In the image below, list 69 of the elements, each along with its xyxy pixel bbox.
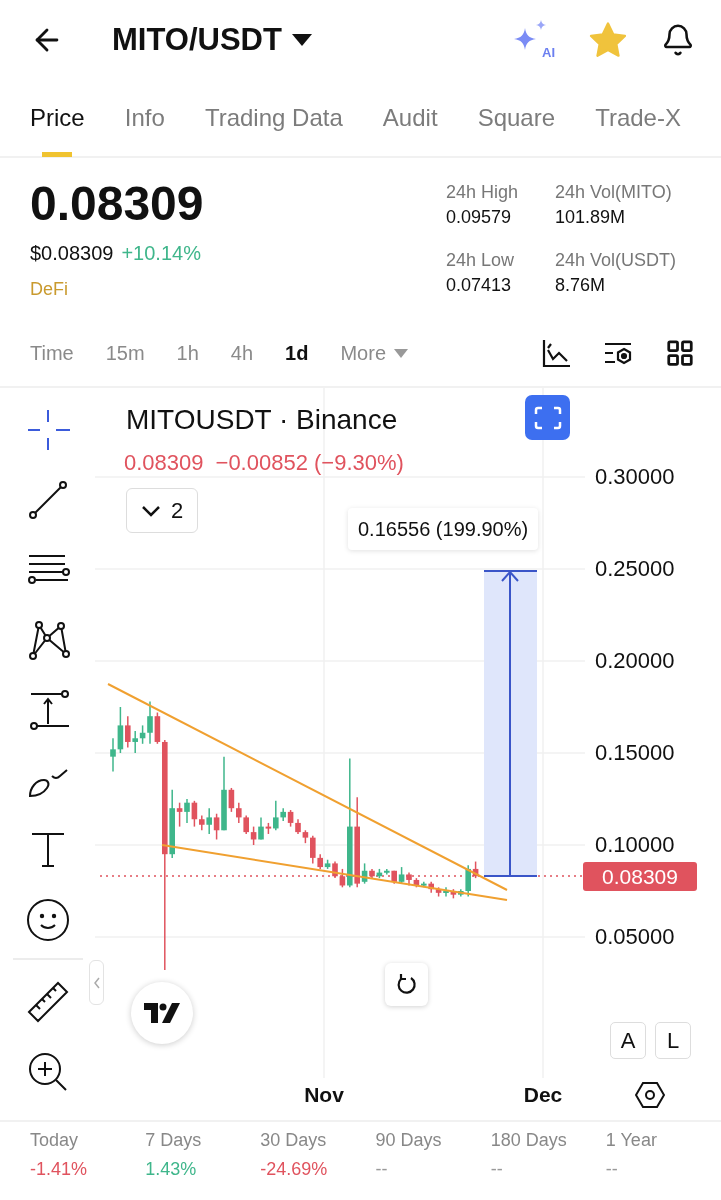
period-change: --: [375, 1159, 389, 1180]
crosshair-icon: [25, 408, 70, 452]
interval-tab[interactable]: 15m: [105, 341, 145, 365]
price-axis-label: 0.30000: [595, 464, 675, 490]
price-axis-label: 0.20000: [595, 648, 675, 674]
chevron-down-icon: [140, 504, 161, 517]
tab[interactable]: Trading Data: [204, 79, 343, 157]
layout-grid-icon[interactable]: [665, 338, 695, 368]
price-axis-label: 0.25000: [595, 556, 675, 582]
chart-last-price: 0.08309: [124, 450, 204, 476]
stat-value: 101.89M: [555, 207, 627, 228]
caret-icon: [291, 34, 312, 46]
tab[interactable]: Price: [30, 79, 85, 157]
collapse-handle[interactable]: [89, 960, 104, 1005]
tab[interactable]: Square: [477, 79, 556, 157]
period-change: -1.41%: [30, 1159, 89, 1180]
more-dropdown[interactable]: More: [340, 341, 409, 365]
interval-tab[interactable]: 4h: [230, 341, 254, 365]
period-label: 180 Days: [490, 1130, 568, 1151]
chart-symbol: MITOUSDT · Binance: [126, 404, 398, 436]
period-change: --: [605, 1159, 619, 1180]
period-change: -24.69%: [260, 1159, 329, 1180]
scale-button[interactable]: L: [655, 1022, 691, 1059]
tab[interactable]: Trade-X: [595, 79, 681, 157]
period-change: 1.43%: [145, 1159, 198, 1180]
date-axis-label: Dec: [523, 1083, 563, 1107]
tab[interactable]: Info: [124, 79, 165, 157]
ai-button[interactable]: AI: [511, 18, 555, 62]
interval-tab[interactable]: Time: [30, 341, 74, 365]
smiley-icon: [25, 898, 70, 942]
indicator-toggle[interactable]: 2: [126, 488, 198, 533]
reset-button[interactable]: [385, 963, 428, 1006]
chart-price-change: −0.00852 (−9.30%): [215, 450, 404, 476]
ruler-icon: [25, 980, 70, 1024]
interval-tab[interactable]: 1h: [176, 341, 199, 365]
logo-icon: [131, 982, 193, 1044]
date-axis-label: Nov: [304, 1083, 344, 1107]
stat-value: 0.07413: [446, 275, 513, 296]
price-axis-label: 0.15000: [595, 740, 675, 766]
stat-label: 24h Low: [446, 250, 516, 271]
stat-label: 24h Vol(MITO): [555, 182, 673, 203]
tab[interactable]: Audit: [382, 79, 438, 157]
period-label: 30 Days: [260, 1130, 328, 1151]
price-axis-label: 0.05000: [595, 924, 675, 950]
measure-label: 0.16556 (199.90%): [348, 508, 539, 550]
notification-button[interactable]: [661, 23, 695, 57]
stat-value: 8.76M: [555, 275, 607, 296]
interval-tab[interactable]: 1d: [285, 341, 309, 365]
chart-settings-icon[interactable]: [635, 1080, 665, 1110]
caret-icon: [394, 348, 409, 358]
period-label: 90 Days: [375, 1130, 443, 1151]
stat-label: 24h High: [446, 182, 520, 203]
period-label: 7 Days: [145, 1130, 203, 1151]
category-link[interactable]: DeFi: [30, 279, 68, 300]
price-change: +10.14%: [121, 242, 201, 265]
chart-icon[interactable]: [541, 338, 571, 368]
period-label: Today: [30, 1130, 80, 1151]
stat-label: 24h Vol(USDT): [555, 250, 678, 271]
stat-value: 0.09579: [446, 207, 513, 228]
fullscreen-icon: [533, 405, 562, 430]
scale-button[interactable]: A: [610, 1022, 646, 1059]
pair-selector[interactable]: MITO/USDT: [84, 22, 491, 58]
current-price-tag: 0.08309: [583, 862, 697, 891]
period-change: --: [490, 1159, 504, 1180]
usd-price: $0.08309: [30, 242, 114, 265]
last-price: 0.08309: [30, 176, 205, 232]
price-axis-label: 0.10000: [595, 832, 675, 858]
period-label: 1 Year: [605, 1130, 658, 1151]
fullscreen-button[interactable]: [525, 395, 570, 440]
